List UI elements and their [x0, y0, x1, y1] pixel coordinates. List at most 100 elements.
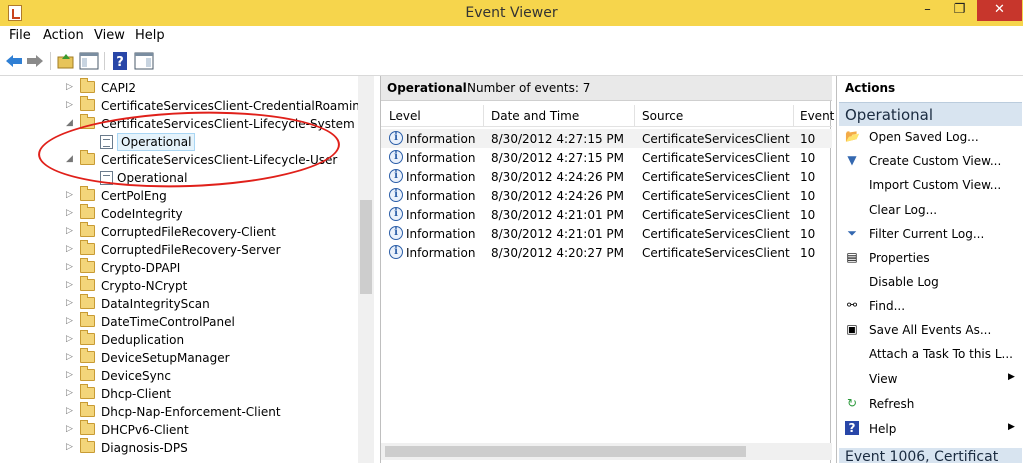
- expand-arrow-icon[interactable]: ▷: [66, 442, 74, 452]
- tree-item-folder[interactable]: ▷ DeviceSetupManager: [0, 348, 358, 367]
- action-item[interactable]: 📂 Open Saved Log...: [837, 127, 1023, 149]
- expand-arrow-icon[interactable]: ▷: [66, 370, 74, 380]
- action-item[interactable]: Attach a Task To this L...: [837, 344, 1023, 366]
- tree-item-folder[interactable]: ▷ CorruptedFileRecovery-Server: [0, 240, 358, 259]
- action-item[interactable]: ? Help ▶: [837, 419, 1023, 441]
- expand-arrow-icon[interactable]: ▷: [66, 82, 74, 92]
- event-cell-source: CertificateServicesClient...: [642, 189, 790, 203]
- event-row[interactable]: i Information 8/30/2012 4:24:26 PM Certific…: [381, 186, 832, 205]
- toolbar: ?: [0, 46, 1023, 76]
- tree-item-folder[interactable]: ▷ CAPI2: [0, 78, 358, 97]
- action-label: Disable Log: [869, 275, 939, 289]
- column-divider[interactable]: [483, 105, 484, 127]
- actions-group-event[interactable]: Event 1006, Certificat: [839, 448, 1022, 463]
- event-row[interactable]: i Information 8/30/2012 4:24:26 PM Certific…: [381, 167, 832, 186]
- column-source[interactable]: Source: [642, 109, 683, 123]
- expand-arrow-icon[interactable]: ▷: [66, 280, 74, 290]
- close-button[interactable]: ✕: [977, 0, 1022, 21]
- expand-arrow-icon[interactable]: ▷: [66, 406, 74, 416]
- expand-arrow-icon[interactable]: ▷: [66, 226, 74, 236]
- menu-file[interactable]: File: [9, 28, 31, 43]
- event-row[interactable]: i Information 8/30/2012 4:21:01 PM Certific…: [381, 224, 832, 243]
- menu-help[interactable]: Help: [135, 28, 165, 43]
- folder-icon: [80, 222, 95, 237]
- expand-arrow-icon[interactable]: ▷: [66, 262, 74, 272]
- tree-item-folder[interactable]: ▷ Crypto-NCrypt: [0, 276, 358, 295]
- expand-arrow-icon[interactable]: ▷: [66, 334, 74, 344]
- expand-arrow-icon[interactable]: ▷: [66, 208, 74, 218]
- tree-item-folder[interactable]: ▷ Dhcp-Client: [0, 384, 358, 403]
- action-label: View: [869, 372, 898, 386]
- tree-item-label: DeviceSetupManager: [101, 351, 230, 365]
- tree-item-folder[interactable]: ▷ DHCPv6-Client: [0, 420, 358, 439]
- column-event-id[interactable]: Event: [800, 109, 834, 123]
- tree-item-folder[interactable]: ▷ Crypto-DPAPI: [0, 258, 358, 277]
- tree-item-folder[interactable]: ▷ CodeIntegrity: [0, 204, 358, 223]
- action-item[interactable]: ▣ Save All Events As...: [837, 320, 1023, 342]
- action-item[interactable]: ▤ Properties: [837, 248, 1023, 270]
- menu-action[interactable]: Action: [43, 28, 84, 43]
- help-button[interactable]: ?: [110, 51, 130, 71]
- event-cell-source: CertificateServicesClient...: [642, 132, 790, 146]
- folder-icon: [80, 330, 95, 345]
- action-item[interactable]: Disable Log: [837, 272, 1023, 294]
- tree-item-folder[interactable]: ▷ DateTimeControlPanel: [0, 312, 358, 331]
- expand-arrow-icon[interactable]: ▷: [66, 244, 74, 254]
- expand-arrow-icon[interactable]: ▷: [66, 424, 74, 434]
- show-hide-tree-button[interactable]: [79, 51, 99, 71]
- tree-item-folder[interactable]: ▷ DataIntegrityScan: [0, 294, 358, 313]
- forward-button[interactable]: [25, 51, 45, 71]
- menu-view[interactable]: View: [94, 28, 125, 43]
- tree-item-folder[interactable]: ▷ Deduplication: [0, 330, 358, 349]
- events-scrollbar-thumb[interactable]: [385, 446, 746, 457]
- column-date-time[interactable]: Date and Time: [491, 109, 579, 123]
- event-row[interactable]: i Information 8/30/2012 4:27:15 PM Certific…: [381, 129, 832, 148]
- expand-arrow-icon[interactable]: ▷: [66, 190, 74, 200]
- event-cell-date: 8/30/2012 4:20:27 PM: [491, 246, 625, 260]
- event-row[interactable]: i Information 8/30/2012 4:21:01 PM Certific…: [381, 205, 832, 224]
- up-folder-button[interactable]: [56, 51, 76, 71]
- expand-arrow-icon[interactable]: ▷: [66, 100, 74, 110]
- tree-item-folder[interactable]: ▷ Dhcp-Nap-Enforcement-Client: [0, 402, 358, 421]
- back-button[interactable]: [4, 51, 24, 71]
- expand-arrow-icon[interactable]: ▷: [66, 298, 74, 308]
- tree-scrollbar[interactable]: [358, 76, 374, 463]
- events-horizontal-scrollbar[interactable]: [381, 443, 832, 460]
- tree-item-folder[interactable]: ▷ CorruptedFileRecovery-Client: [0, 222, 358, 241]
- tree-scrollbar-thumb[interactable]: [360, 200, 372, 294]
- actions-group-operational[interactable]: Operational: [839, 102, 1022, 126]
- folder-icon: [80, 384, 95, 399]
- action-item[interactable]: Clear Log...: [837, 200, 1023, 222]
- folder-icon: [80, 402, 95, 417]
- expand-arrow-icon[interactable]: ▷: [66, 352, 74, 362]
- folder-icon: [80, 294, 95, 309]
- action-item[interactable]: ⚯ Find...: [837, 296, 1023, 318]
- expand-arrow-icon[interactable]: ▷: [66, 316, 74, 326]
- action-item[interactable]: ▼ Create Custom View...: [837, 151, 1023, 173]
- submenu-arrow-icon: ▶: [1008, 422, 1015, 432]
- action-item[interactable]: ⏷ Filter Current Log...: [837, 224, 1023, 246]
- save-icon: ▣: [846, 322, 858, 336]
- collapse-arrow-icon[interactable]: ◢: [66, 118, 74, 128]
- event-row[interactable]: i Information 8/30/2012 4:20:27 PM Certific…: [381, 243, 832, 262]
- column-divider[interactable]: [634, 105, 635, 127]
- action-item[interactable]: ↻ Refresh: [837, 394, 1023, 416]
- action-label: Open Saved Log...: [869, 130, 979, 144]
- tree-item-folder[interactable]: ▷ DeviceSync: [0, 366, 358, 385]
- maximize-button[interactable]: ❐: [946, 0, 973, 21]
- show-hide-action-pane-button[interactable]: [134, 51, 154, 71]
- column-level[interactable]: Level: [389, 109, 421, 123]
- action-label: Save All Events As...: [869, 323, 992, 337]
- event-count: Number of events: 7: [467, 81, 591, 95]
- minimize-button[interactable]: –: [914, 0, 941, 21]
- action-item[interactable]: View ▶: [837, 369, 1023, 391]
- action-label: Attach a Task To this L...: [869, 347, 1013, 361]
- event-cell-date: 8/30/2012 4:27:15 PM: [491, 151, 625, 165]
- column-divider[interactable]: [793, 105, 794, 127]
- tree-item-folder[interactable]: ▷ CertPolEng: [0, 186, 358, 205]
- folder-icon: [80, 438, 95, 453]
- expand-arrow-icon[interactable]: ▷: [66, 388, 74, 398]
- tree-item-folder[interactable]: ▷ Diagnosis-DPS: [0, 438, 358, 457]
- action-item[interactable]: Import Custom View...: [837, 175, 1023, 197]
- event-row[interactable]: i Information 8/30/2012 4:27:15 PM Certific…: [381, 148, 832, 167]
